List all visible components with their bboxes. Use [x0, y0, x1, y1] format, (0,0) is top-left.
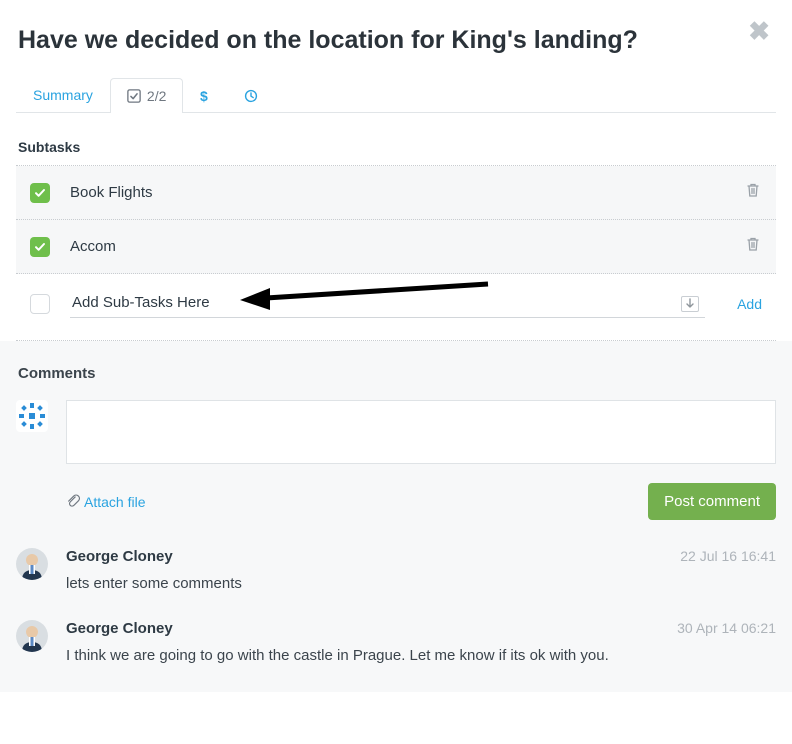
subtask-label: Book Flights	[70, 184, 153, 201]
subtask-row: Book Flights	[16, 166, 776, 220]
subtask-add-link[interactable]: Add	[737, 296, 762, 312]
avatar	[16, 620, 48, 652]
trash-icon[interactable]	[744, 234, 762, 259]
subtask-checkbox-empty[interactable]	[30, 294, 50, 314]
comment-date: 30 Apr 14 06:21	[677, 620, 776, 636]
close-icon[interactable]: ✖	[748, 18, 770, 44]
svg-text:$: $	[200, 89, 208, 103]
task-modal: ✖ Have we decided on the location for Ki…	[0, 0, 792, 341]
trash-icon[interactable]	[744, 180, 762, 205]
tab-bar: Summary 2/2 $	[16, 77, 776, 113]
task-title: Have we decided on the location for King…	[18, 26, 774, 55]
post-comment-button[interactable]: Post comment	[648, 483, 776, 520]
attach-file-link[interactable]: Attach file	[66, 493, 145, 510]
subtask-label: Accom	[70, 238, 116, 255]
paperclip-icon	[66, 493, 80, 510]
tab-summary-label: Summary	[33, 87, 93, 103]
avatar	[16, 548, 48, 580]
subtask-row: Accom	[16, 220, 776, 274]
comments-heading: Comments	[18, 365, 774, 382]
subtask-add-input[interactable]	[70, 290, 681, 317]
subtasks-list: Book Flights Accom Add	[16, 165, 776, 341]
subtask-add-row: Add	[16, 274, 776, 341]
tab-summary[interactable]: Summary	[16, 77, 110, 112]
comment-date: 22 Jul 16 16:41	[680, 548, 776, 564]
comment-text: I think we are going to go with the cast…	[66, 647, 776, 664]
dollar-icon: $	[200, 89, 210, 103]
subtasks-heading: Subtasks	[18, 139, 774, 155]
subtask-checkbox[interactable]	[30, 237, 50, 257]
comment-text: lets enter some comments	[66, 575, 776, 592]
subtask-checkbox[interactable]	[30, 183, 50, 203]
comments-section: Comments	[0, 341, 792, 692]
comment-compose: Attach file Post comment	[16, 400, 776, 520]
attach-file-label: Attach file	[84, 494, 145, 510]
comment-input[interactable]	[66, 400, 776, 464]
current-user-avatar	[16, 400, 48, 432]
keyboard-hint-icon	[681, 296, 699, 312]
comment-author: George Cloney	[66, 548, 173, 565]
comment-item: George Cloney 30 Apr 14 06:21 I think we…	[16, 620, 776, 664]
tab-subtasks-label: 2/2	[147, 88, 166, 104]
comment-item: George Cloney 22 Jul 16 16:41 lets enter…	[16, 548, 776, 592]
tab-budget[interactable]: $	[183, 79, 227, 112]
comment-author: George Cloney	[66, 620, 173, 637]
clock-icon	[244, 89, 258, 103]
tab-time[interactable]	[227, 79, 275, 112]
checklist-icon	[127, 89, 141, 103]
tab-subtasks[interactable]: 2/2	[110, 78, 183, 113]
